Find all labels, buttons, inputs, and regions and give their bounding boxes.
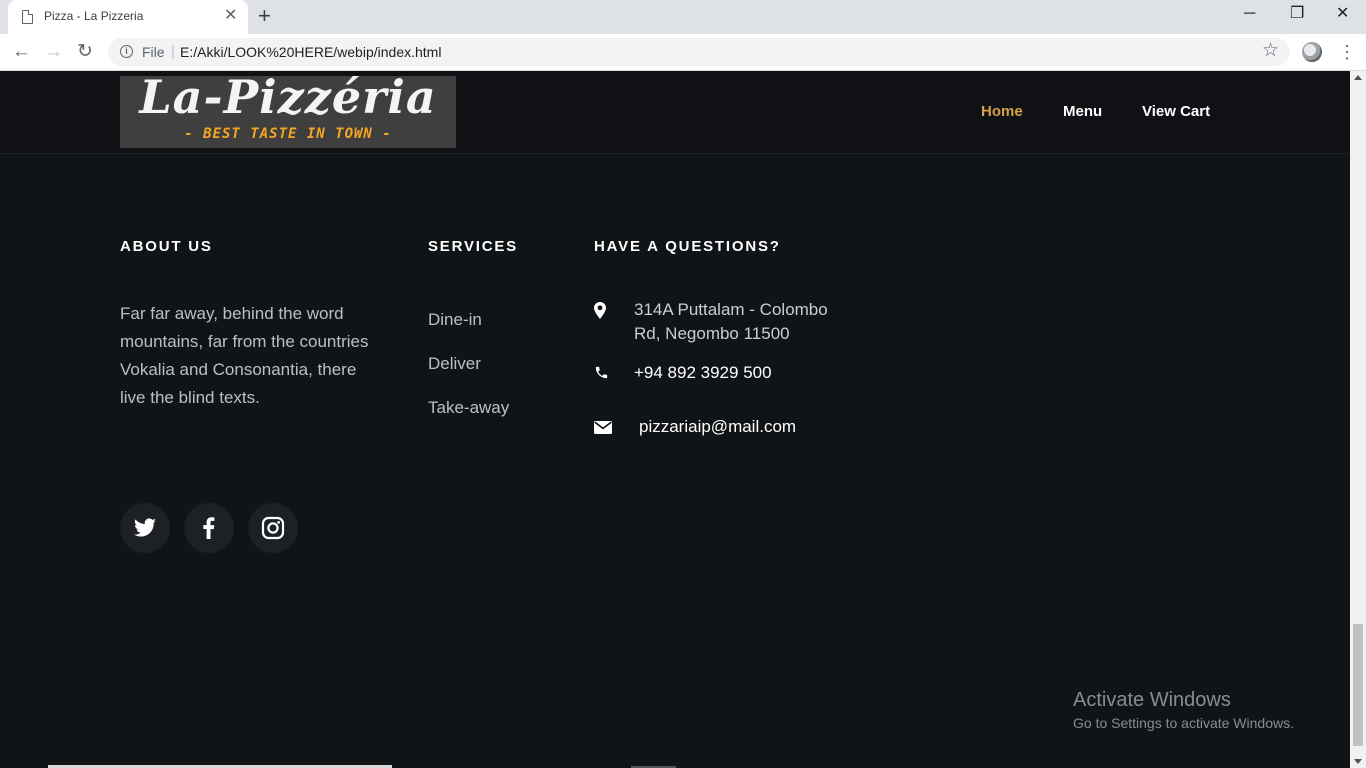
new-tab-icon[interactable]: +: [258, 3, 271, 29]
contact-heading: HAVE A QUESTIONS?: [594, 238, 781, 255]
nav-link-menu[interactable]: Menu: [1063, 103, 1102, 120]
service-take-away[interactable]: Take-away: [428, 398, 509, 418]
restore-icon[interactable]: ❐: [1290, 4, 1304, 24]
facebook-button[interactable]: [184, 503, 234, 553]
watermark-title: Activate Windows: [1073, 689, 1231, 711]
logo-title: La-Pizzéria: [139, 71, 437, 124]
site-navbar: La-Pizzéria - BEST TASTE IN TOWN - Home …: [0, 71, 1350, 154]
instagram-icon: [261, 516, 285, 540]
site-logo[interactable]: La-Pizzéria - BEST TASTE IN TOWN -: [120, 71, 456, 148]
page-viewport: La-Pizzéria - BEST TASTE IN TOWN - Home …: [0, 71, 1350, 768]
instagram-button[interactable]: [248, 503, 298, 553]
vertical-scrollbar[interactable]: [1350, 71, 1366, 768]
back-icon[interactable]: ←: [12, 40, 31, 64]
reload-icon[interactable]: ↻: [77, 40, 93, 64]
browser-toolbar: ← → ↻ i File | E:/Akki/LOOK%20HERE/webip…: [0, 34, 1366, 71]
scrollbar-thumb[interactable]: [1353, 624, 1363, 746]
nav-link-view-cart[interactable]: View Cart: [1142, 103, 1210, 120]
tab-title: Pizza - La Pizzeria: [44, 9, 144, 23]
about-text: Far far away, behind the word mountains,…: [120, 304, 369, 407]
map-marker-icon: [594, 302, 606, 319]
page-icon: [22, 10, 33, 24]
info-icon[interactable]: i: [120, 45, 133, 58]
profile-avatar-icon[interactable]: [1302, 42, 1322, 62]
address-bar[interactable]: i File | E:/Akki/LOOK%20HERE/webip/index…: [108, 38, 1290, 66]
twitter-button[interactable]: [120, 503, 170, 553]
browser-tab[interactable]: Pizza - La Pizzeria ✕: [8, 0, 248, 34]
scroll-up-arrow-icon[interactable]: [1354, 75, 1362, 80]
url-separator: |: [171, 43, 175, 60]
browser-menu-icon[interactable]: ⋮: [1338, 40, 1356, 64]
address-text: 314A Puttalam - Colombo Rd, Negombo 1150…: [634, 300, 828, 343]
email-link[interactable]: pizzariaip@mail.com: [639, 415, 796, 439]
activate-windows-watermark: Activate Windows Go to Settings to activ…: [1073, 688, 1294, 734]
nav-link-home[interactable]: Home: [981, 103, 1023, 120]
close-tab-icon[interactable]: ✕: [224, 7, 237, 25]
about-heading: ABOUT US: [120, 238, 213, 255]
scroll-down-arrow-icon[interactable]: [1354, 759, 1362, 764]
watermark-subtitle: Go to Settings to activate Windows.: [1073, 715, 1294, 731]
close-window-icon[interactable]: ✕: [1336, 4, 1349, 24]
service-dine-in[interactable]: Dine-in: [428, 310, 482, 330]
forward-icon[interactable]: →: [44, 40, 63, 64]
bookmark-star-icon[interactable]: ☆: [1262, 40, 1279, 62]
facebook-icon: [203, 517, 215, 539]
browser-tab-bar: Pizza - La Pizzeria ✕ + ─ ❐ ✕: [0, 0, 1366, 34]
phone-icon: [595, 366, 608, 379]
url-text[interactable]: E:/Akki/LOOK%20HERE/webip/index.html: [180, 44, 441, 60]
twitter-icon: [134, 518, 156, 537]
minimize-icon[interactable]: ─: [1244, 4, 1255, 24]
logo-tagline: - BEST TASTE IN TOWN -: [184, 126, 392, 142]
file-label: File: [142, 44, 165, 60]
service-deliver[interactable]: Deliver: [428, 354, 481, 374]
services-heading: SERVICES: [428, 238, 518, 255]
envelope-icon: [594, 421, 612, 434]
phone-link[interactable]: +94 892 3929 500: [634, 361, 772, 385]
